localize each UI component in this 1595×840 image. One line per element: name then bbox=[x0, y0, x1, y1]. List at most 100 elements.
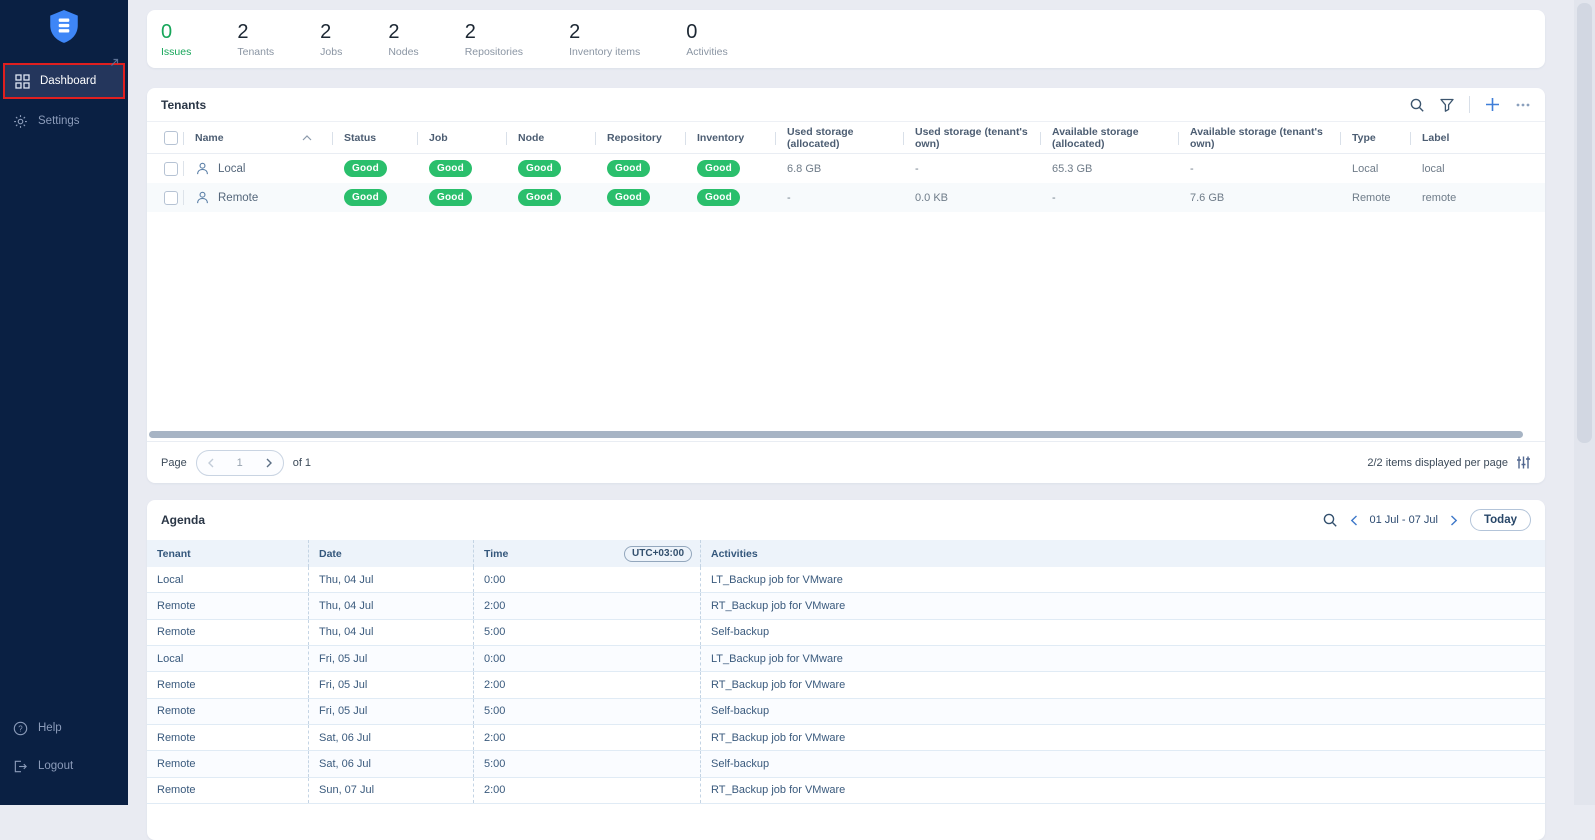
agenda-activity-link[interactable]: RT_Backup job for VMware bbox=[700, 593, 1545, 618]
tenant-row[interactable]: Remote Good Good Good Good Good - 0.0 KB… bbox=[147, 183, 1545, 212]
column-header-date[interactable]: Date bbox=[308, 540, 473, 567]
previous-page-icon[interactable] bbox=[207, 458, 215, 468]
sidebar-item-settings[interactable]: Settings bbox=[0, 103, 128, 139]
agenda-row[interactable]: Local Thu, 04 Jul 0:00 LT_Backup job for… bbox=[147, 567, 1545, 593]
column-header-name[interactable]: Name bbox=[183, 122, 332, 153]
agenda-row[interactable]: Remote Sun, 07 Jul 2:00 RT_Backup job fo… bbox=[147, 778, 1545, 804]
agenda-activity-link[interactable]: Self-backup bbox=[700, 751, 1545, 776]
stat-jobs[interactable]: 2 Jobs bbox=[320, 20, 342, 58]
column-header-inventory[interactable]: Inventory bbox=[685, 122, 775, 153]
agenda-activity-link[interactable]: Self-backup bbox=[700, 699, 1545, 724]
stat-nodes[interactable]: 2 Nodes bbox=[388, 20, 418, 58]
column-header-status[interactable]: Status bbox=[332, 122, 417, 153]
row-checkbox[interactable] bbox=[164, 191, 178, 205]
column-header-tenant[interactable]: Tenant bbox=[147, 540, 308, 567]
column-header-time[interactable]: Time UTC+03:00 bbox=[473, 540, 700, 567]
agenda-activity-link[interactable]: RT_Backup job for VMware bbox=[700, 725, 1545, 750]
column-header-used-storage-allocated[interactable]: Used storage (allocated) bbox=[775, 122, 903, 153]
today-button[interactable]: Today bbox=[1470, 509, 1531, 531]
sidebar-item-label: Settings bbox=[38, 115, 80, 127]
agenda-tenant-value: Remote bbox=[147, 593, 308, 618]
search-icon[interactable] bbox=[1409, 97, 1425, 113]
tenant-name-link[interactable]: Remote bbox=[218, 192, 258, 204]
agenda-time-value: 2:00 bbox=[473, 593, 700, 618]
previous-week-icon[interactable] bbox=[1350, 515, 1358, 526]
column-settings-icon[interactable] bbox=[1516, 455, 1531, 470]
sidebar-item-label: Logout bbox=[38, 760, 73, 772]
agenda-activity-link[interactable]: LT_Backup job for VMware bbox=[700, 567, 1545, 592]
agenda-row[interactable]: Remote Thu, 04 Jul 2:00 RT_Backup job fo… bbox=[147, 593, 1545, 619]
vertical-scrollbar[interactable] bbox=[1574, 0, 1595, 805]
agenda-time-value: 0:00 bbox=[473, 646, 700, 671]
agenda-time-value: 2:00 bbox=[473, 672, 700, 697]
stat-repositories[interactable]: 2 Repositories bbox=[465, 20, 523, 58]
vertical-scrollbar-thumb[interactable] bbox=[1577, 3, 1592, 443]
agenda-time-value: 2:00 bbox=[473, 778, 700, 803]
next-week-icon[interactable] bbox=[1450, 515, 1458, 526]
agenda-activity-link[interactable]: Self-backup bbox=[700, 620, 1545, 645]
agenda-activity-link[interactable]: LT_Backup job for VMware bbox=[700, 646, 1545, 671]
agenda-search-icon[interactable] bbox=[1322, 512, 1338, 528]
stat-activities[interactable]: 0 Activities bbox=[686, 20, 727, 58]
date-range-label: 01 Jul - 07 Jul bbox=[1370, 514, 1438, 526]
next-page-icon[interactable] bbox=[265, 458, 273, 468]
toolbar-divider bbox=[1469, 96, 1470, 113]
status-badge: Good bbox=[344, 160, 387, 177]
stat-label: Jobs bbox=[320, 46, 342, 58]
column-header-activities[interactable]: Activities bbox=[700, 540, 1545, 567]
node-badge: Good bbox=[518, 189, 561, 206]
status-badge: Good bbox=[344, 189, 387, 206]
agenda-activity-link[interactable]: RT_Backup job for VMware bbox=[700, 672, 1545, 697]
agenda-row[interactable]: Remote Fri, 05 Jul 5:00 Self-backup bbox=[147, 699, 1545, 725]
tenant-person-icon bbox=[195, 161, 210, 176]
agenda-date-value: Sat, 06 Jul bbox=[308, 751, 473, 776]
tenants-panel: Tenants Name bbox=[147, 88, 1545, 483]
agenda-time-value: 2:00 bbox=[473, 725, 700, 750]
logout-icon bbox=[13, 759, 28, 774]
column-header-available-storage-allocated[interactable]: Available storage (allocated) bbox=[1040, 122, 1178, 153]
column-header-job[interactable]: Job bbox=[417, 122, 506, 153]
agenda-tenant-value: Local bbox=[147, 646, 308, 671]
tenant-name-link[interactable]: Local bbox=[218, 163, 246, 175]
stat-issues[interactable]: 0 Issues bbox=[161, 20, 191, 58]
stat-inventory-items[interactable]: 2 Inventory items bbox=[569, 20, 640, 58]
tenant-label-value: remote bbox=[1410, 183, 1545, 212]
agenda-tenant-value: Remote bbox=[147, 778, 308, 803]
sidebar-collapse-icon[interactable] bbox=[110, 54, 119, 72]
agenda-row[interactable]: Remote Sat, 06 Jul 2:00 RT_Backup job fo… bbox=[147, 725, 1545, 751]
job-badge: Good bbox=[429, 160, 472, 177]
more-options-icon[interactable] bbox=[1515, 97, 1531, 113]
stat-value: 0 bbox=[161, 20, 191, 44]
column-header-label[interactable]: Label bbox=[1410, 122, 1545, 153]
agenda-row[interactable]: Local Fri, 05 Jul 0:00 LT_Backup job for… bbox=[147, 646, 1545, 672]
agenda-row[interactable]: Remote Sat, 06 Jul 5:00 Self-backup bbox=[147, 751, 1545, 777]
sidebar-item-help[interactable]: ? Help bbox=[0, 713, 128, 743]
stat-tenants[interactable]: 2 Tenants bbox=[237, 20, 274, 58]
agenda-date-value: Sat, 06 Jul bbox=[308, 725, 473, 750]
horizontal-scrollbar[interactable] bbox=[149, 431, 1523, 438]
row-checkbox[interactable] bbox=[164, 162, 178, 176]
select-all-checkbox[interactable] bbox=[164, 131, 178, 145]
used-storage-own-value: 0.0 KB bbox=[903, 183, 1040, 212]
agenda-date-value: Sun, 07 Jul bbox=[308, 778, 473, 803]
add-tenant-icon[interactable] bbox=[1484, 96, 1501, 113]
page-selector[interactable]: 1 bbox=[196, 450, 284, 476]
filter-icon[interactable] bbox=[1439, 97, 1455, 113]
app-logo[interactable] bbox=[0, 0, 128, 45]
column-header-repository[interactable]: Repository bbox=[595, 122, 685, 153]
node-badge: Good bbox=[518, 160, 561, 177]
agenda-row[interactable]: Remote Fri, 05 Jul 2:00 RT_Backup job fo… bbox=[147, 672, 1545, 698]
agenda-activity-link[interactable]: RT_Backup job for VMware bbox=[700, 778, 1545, 803]
current-page-value[interactable]: 1 bbox=[237, 457, 243, 469]
column-header-used-storage-own[interactable]: Used storage (tenant's own) bbox=[903, 122, 1040, 153]
column-header-type[interactable]: Type bbox=[1340, 122, 1410, 153]
sidebar-item-dashboard[interactable]: Dashboard bbox=[3, 63, 125, 99]
column-header-node[interactable]: Node bbox=[506, 122, 595, 153]
timezone-badge[interactable]: UTC+03:00 bbox=[624, 546, 692, 562]
agenda-panel: Agenda 01 Jul - 07 Jul Today Tenant Date… bbox=[147, 500, 1545, 840]
stat-value: 0 bbox=[686, 20, 727, 44]
agenda-row[interactable]: Remote Thu, 04 Jul 5:00 Self-backup bbox=[147, 620, 1545, 646]
column-header-available-storage-own[interactable]: Available storage (tenant's own) bbox=[1178, 122, 1340, 153]
tenant-row[interactable]: Local Good Good Good Good Good 6.8 GB - … bbox=[147, 154, 1545, 183]
sidebar-item-logout[interactable]: Logout bbox=[0, 751, 128, 781]
